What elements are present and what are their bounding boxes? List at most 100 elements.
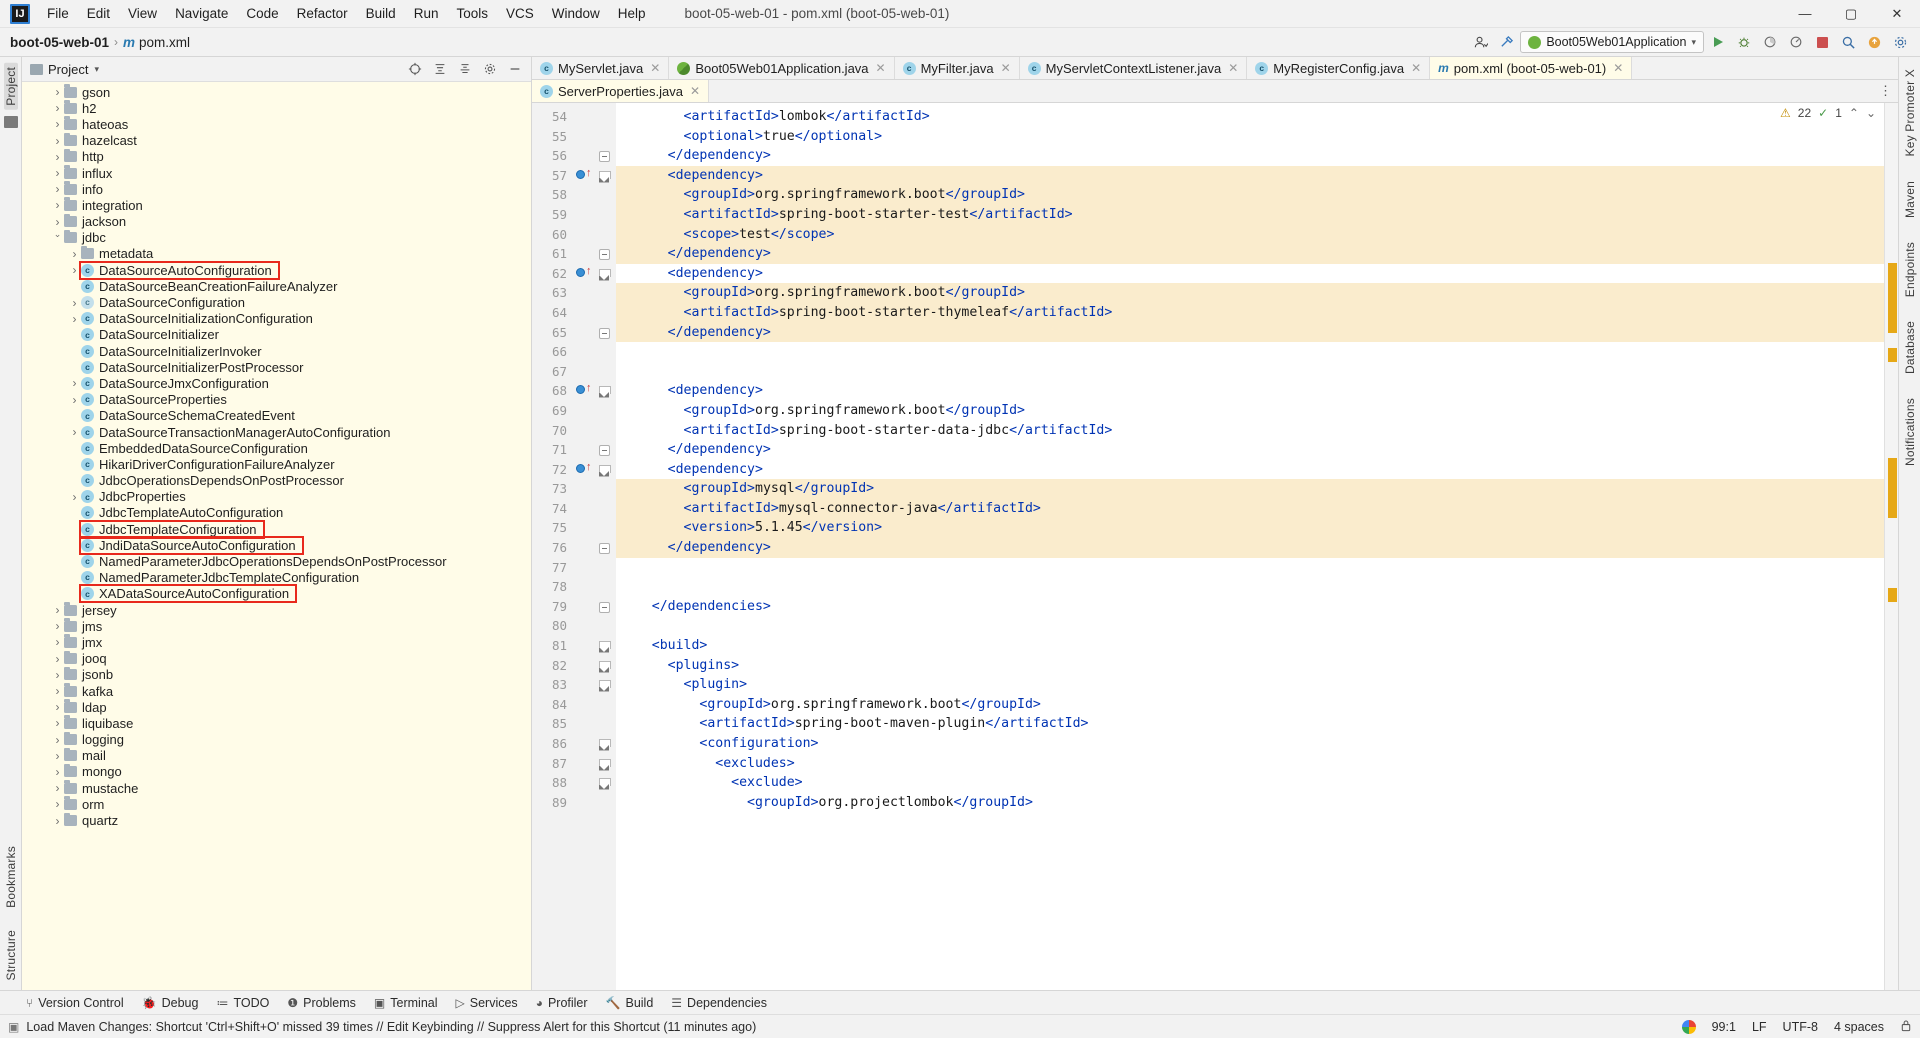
- editor-tab[interactable]: mpom.xml (boot-05-web-01)✕: [1430, 57, 1632, 79]
- tree-node-content[interactable]: cJdbcTemplateAutoConfiguration: [81, 505, 283, 520]
- bottom-bar-item-problems[interactable]: ❶Problems: [287, 996, 356, 1010]
- bottom-bar-item-build[interactable]: 🔨Build: [606, 996, 654, 1010]
- tree-node[interactable]: gson: [22, 84, 531, 100]
- tree-node-content[interactable]: cJdbcOperationsDependsOnPostProcessor: [81, 473, 344, 488]
- tree-node-content[interactable]: cJdbcTemplateConfiguration: [81, 522, 263, 537]
- code-line[interactable]: [616, 616, 1884, 636]
- tree-node[interactable]: cNamedParameterJdbcTemplateConfiguration: [22, 570, 531, 586]
- maximize-button[interactable]: ▢: [1828, 0, 1874, 28]
- chevron-right-icon[interactable]: [51, 765, 64, 779]
- bottom-bar-item-profiler[interactable]: ◕Profiler: [536, 996, 588, 1010]
- code-line[interactable]: <artifactId>mysql-connector-java</artifa…: [616, 499, 1884, 519]
- fold-marker[interactable]: [594, 264, 616, 284]
- menu-build[interactable]: Build: [357, 2, 405, 25]
- tree-node[interactable]: cDataSourceInitializationConfiguration: [22, 311, 531, 327]
- more-tabs-icon[interactable]: ⋮: [1879, 83, 1892, 99]
- tree-node[interactable]: cNamedParameterJdbcOperationsDependsOnPo…: [22, 553, 531, 569]
- tree-node-content[interactable]: cDataSourceInitializerInvoker: [81, 344, 262, 359]
- code-line[interactable]: </dependency>: [616, 244, 1884, 264]
- tree-node[interactable]: info: [22, 181, 531, 197]
- menu-help[interactable]: Help: [609, 2, 655, 25]
- close-tab-icon[interactable]: ✕: [1228, 61, 1238, 75]
- code-line[interactable]: <artifactId>spring-boot-starter-data-jdb…: [616, 421, 1884, 441]
- run-configuration-selector[interactable]: Boot05Web01Application ▾: [1520, 31, 1704, 53]
- fold-marker[interactable]: [594, 597, 616, 617]
- code-line[interactable]: <groupId>org.projectlombok</groupId>: [616, 793, 1884, 813]
- tree-node-content[interactable]: cDataSourceTransactionManagerAutoConfigu…: [81, 425, 390, 440]
- close-tab-icon[interactable]: ✕: [1613, 61, 1623, 75]
- chevron-right-icon[interactable]: [51, 700, 64, 714]
- editor-tab[interactable]: cServerProperties.java✕: [532, 80, 709, 102]
- chevron-right-icon[interactable]: [51, 198, 64, 212]
- code-line[interactable]: <dependency>: [616, 166, 1884, 186]
- spring-bean-gutter-icon[interactable]: ↑: [574, 166, 594, 186]
- tree-node[interactable]: cJndiDataSourceAutoConfiguration: [22, 537, 531, 553]
- code-line[interactable]: <exclude>: [616, 773, 1884, 793]
- tree-node-content[interactable]: integration: [64, 198, 143, 213]
- tree-node-content[interactable]: cDataSourceInitializerPostProcessor: [81, 360, 303, 375]
- fold-marker[interactable]: [594, 146, 616, 166]
- tree-node[interactable]: influx: [22, 165, 531, 181]
- breadcrumb-file[interactable]: pom.xml: [139, 35, 190, 50]
- lock-icon[interactable]: [1900, 1019, 1912, 1035]
- fold-marker[interactable]: [594, 656, 616, 676]
- stripe-item-project[interactable]: Project: [4, 63, 18, 110]
- chevron-right-icon[interactable]: [51, 733, 64, 747]
- tree-node[interactable]: cJdbcOperationsDependsOnPostProcessor: [22, 473, 531, 489]
- tree-node-content[interactable]: cDataSourceJmxConfiguration: [81, 376, 269, 391]
- menu-view[interactable]: View: [119, 2, 166, 25]
- profile-button[interactable]: [1784, 31, 1808, 53]
- chevron-right-icon[interactable]: [51, 684, 64, 698]
- event-log-icon[interactable]: ▣: [8, 1020, 19, 1034]
- tree-node-content[interactable]: h2: [64, 101, 96, 116]
- code-folding-gutter[interactable]: [594, 103, 616, 990]
- bottom-bar-item-version-control[interactable]: ⑂Version Control: [26, 996, 124, 1010]
- minimize-button[interactable]: —: [1782, 0, 1828, 28]
- bottom-bar-item-services[interactable]: ▷Services: [456, 996, 518, 1010]
- build-hammer-icon[interactable]: [1494, 31, 1518, 53]
- tree-node[interactable]: jmx: [22, 634, 531, 650]
- fold-marker[interactable]: [594, 636, 616, 656]
- breadcrumb-project[interactable]: boot-05-web-01: [10, 35, 109, 50]
- code-line[interactable]: [616, 342, 1884, 362]
- chevron-right-icon[interactable]: [51, 215, 64, 229]
- code-line[interactable]: <groupId>org.springframework.boot</group…: [616, 283, 1884, 303]
- chevron-right-icon[interactable]: [51, 182, 64, 196]
- spring-bean-gutter-icon[interactable]: ↑: [574, 264, 594, 284]
- bottom-bar-item-terminal[interactable]: ▣Terminal: [374, 996, 438, 1010]
- code-line[interactable]: [616, 362, 1884, 382]
- tree-node-content[interactable]: logging: [64, 732, 124, 747]
- chevron-right-icon[interactable]: [68, 263, 81, 277]
- tree-node-content[interactable]: gson: [64, 85, 110, 100]
- code-line[interactable]: [616, 558, 1884, 578]
- next-problem-icon[interactable]: ⌄: [1866, 106, 1876, 120]
- code-line[interactable]: <artifactId>spring-boot-starter-thymelea…: [616, 303, 1884, 323]
- tree-node-content[interactable]: info: [64, 182, 103, 197]
- fold-marker[interactable]: [594, 166, 616, 186]
- chevron-right-icon[interactable]: [51, 749, 64, 763]
- bottom-bar-item-todo[interactable]: ≔TODO: [216, 996, 269, 1010]
- prev-problem-icon[interactable]: ⌃: [1849, 106, 1859, 120]
- hide-panel-icon[interactable]: [503, 59, 527, 79]
- tree-node-content[interactable]: liquibase: [64, 716, 133, 731]
- tree-node[interactable]: orm: [22, 796, 531, 812]
- chevron-right-icon[interactable]: [51, 166, 64, 180]
- tree-node[interactable]: h2: [22, 100, 531, 116]
- tree-node-content[interactable]: orm: [64, 797, 104, 812]
- tree-node[interactable]: jackson: [22, 214, 531, 230]
- tree-node-content[interactable]: cDataSourceInitializationConfiguration: [81, 311, 313, 326]
- project-tree[interactable]: gsonh2hateoashazelcasthttpinfluxinfointe…: [22, 82, 531, 990]
- menu-refactor[interactable]: Refactor: [288, 2, 357, 25]
- inspection-summary[interactable]: ⚠ 22 ✓ 1 ⌃ ⌄: [1780, 106, 1876, 120]
- fold-marker[interactable]: [594, 675, 616, 695]
- chevron-right-icon[interactable]: [51, 134, 64, 148]
- tree-node-content[interactable]: cDataSourceConfiguration: [81, 295, 245, 310]
- fold-marker[interactable]: [594, 244, 616, 264]
- update-icon[interactable]: [1862, 31, 1886, 53]
- fold-marker[interactable]: [594, 323, 616, 343]
- fold-marker[interactable]: [594, 734, 616, 754]
- tree-node-content[interactable]: influx: [64, 166, 112, 181]
- menu-file[interactable]: File: [38, 2, 78, 25]
- editor-tab[interactable]: cMyServlet.java✕: [532, 57, 669, 79]
- code-line[interactable]: <groupId>org.springframework.boot</group…: [616, 401, 1884, 421]
